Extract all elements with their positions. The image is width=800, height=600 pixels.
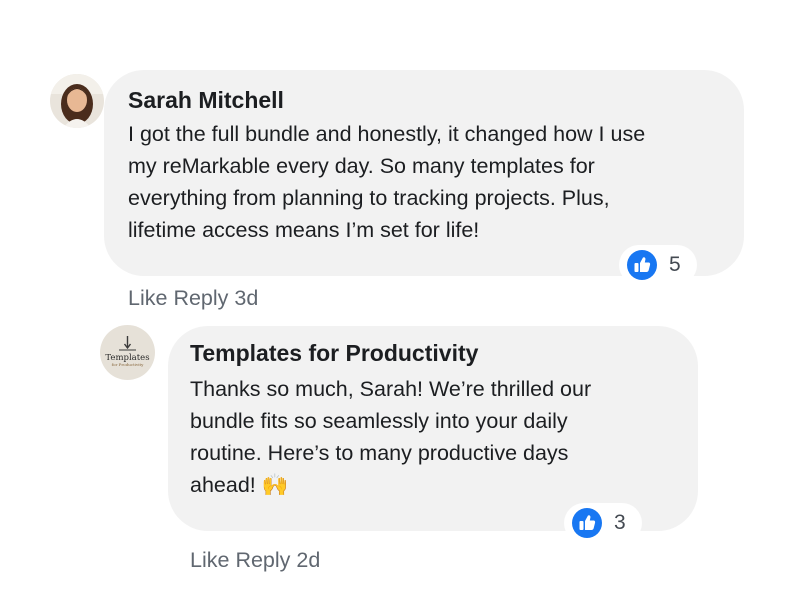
comment-thread: Sarah Mitchell I got the full bundle and…	[0, 0, 800, 600]
logo-subtext: for Productivity	[112, 362, 144, 367]
avatar-sarah-mitchell[interactable]	[50, 74, 104, 128]
comment-reactions[interactable]: 5	[619, 245, 697, 285]
comment-text: I got the full bundle and honestly, it c…	[128, 122, 646, 242]
reply-author[interactable]: Templates for Productivity	[190, 340, 478, 367]
reply-reaction-count: 3	[614, 511, 626, 534]
reply-text: Thanks so much, Sarah! We’re thrilled ou…	[190, 377, 592, 497]
like-thumbs-up-icon	[572, 508, 602, 538]
comment-reaction-count: 5	[669, 253, 681, 276]
avatar-templates-for-productivity[interactable]: Templates for Productivity	[100, 325, 155, 380]
comment-author[interactable]: Sarah Mitchell	[128, 87, 284, 114]
reply-reactions[interactable]: 3	[564, 503, 642, 543]
like-link[interactable]: Like	[128, 286, 167, 310]
reply-link[interactable]: Reply	[173, 286, 228, 310]
reply-bubble: Templates for Productivity Thanks so muc…	[168, 326, 698, 531]
like-thumbs-up-icon	[627, 250, 657, 280]
like-link[interactable]: Like	[190, 548, 229, 572]
comment-actions: Like Reply 3d	[128, 286, 264, 311]
comment-timestamp[interactable]: 3d	[234, 286, 258, 310]
reply-actions: Like Reply 2d	[190, 548, 326, 573]
reply-timestamp[interactable]: 2d	[296, 548, 320, 572]
reply-link[interactable]: Reply	[235, 548, 290, 572]
